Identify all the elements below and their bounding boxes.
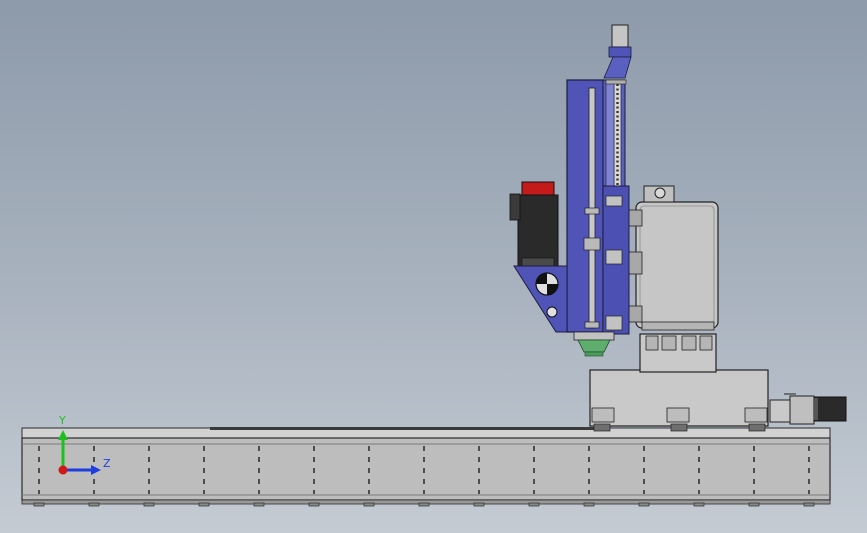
machine-model[interactable] (0, 0, 867, 533)
triad-z-label: Z (103, 457, 111, 470)
spindle-bracket[interactable] (513, 265, 568, 333)
z-servo-motor[interactable] (603, 24, 632, 79)
headstock-housing[interactable] (627, 185, 719, 331)
triad-y-label: Y (59, 414, 66, 427)
z-column[interactable] (566, 79, 630, 335)
machine-base[interactable] (21, 427, 831, 507)
base-feet (33, 502, 815, 507)
spindle-motor[interactable] (509, 181, 559, 268)
cad-viewport[interactable]: Y Z (0, 0, 867, 533)
x-drive-motor[interactable] (769, 393, 847, 425)
spindle-nose[interactable] (573, 331, 615, 357)
saddle[interactable] (589, 333, 769, 432)
